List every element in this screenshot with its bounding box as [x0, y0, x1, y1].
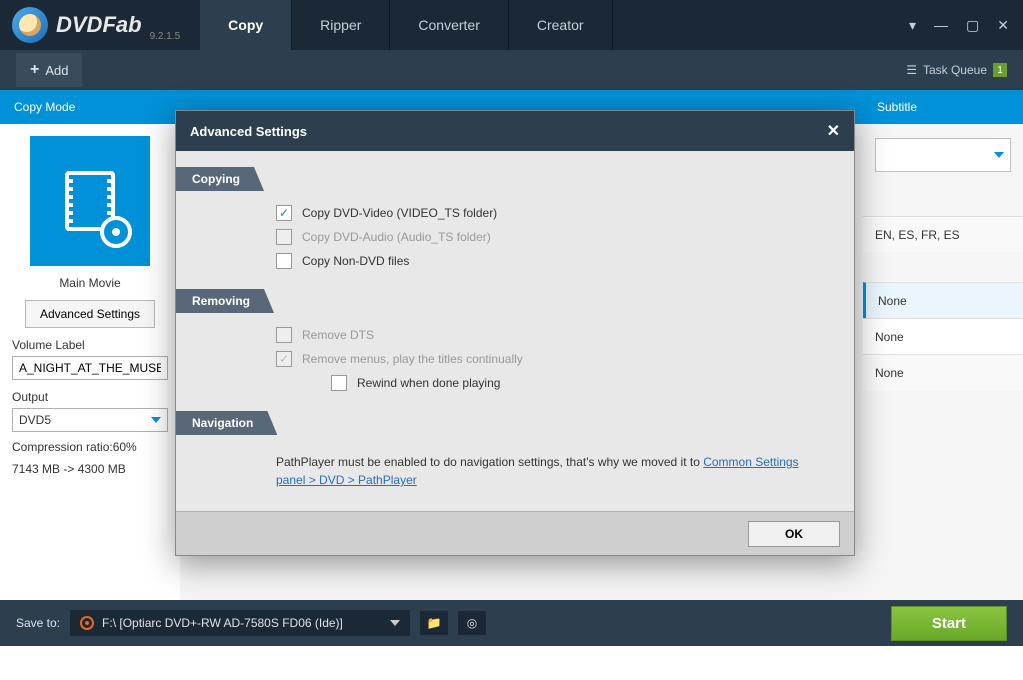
start-button[interactable]: Start [891, 606, 1007, 641]
save-target-select[interactable]: F:\ [Optiarc DVD+-RW AD-7580S FD06 (Ide)… [70, 610, 410, 636]
tab-converter[interactable]: Converter [390, 0, 508, 50]
subtitle-row[interactable]: EN, ES, FR, ES [863, 216, 1023, 252]
option-label: Copy Non-DVD files [302, 254, 409, 268]
subtitle-row[interactable]: None [863, 318, 1023, 354]
subtitle-dropdown[interactable] [875, 138, 1011, 172]
section-copying: Copying [176, 167, 264, 191]
save-target-text: F:\ [Optiarc DVD+-RW AD-7580S FD06 (Ide)… [102, 616, 343, 630]
checkbox-disabled-icon [276, 327, 292, 343]
option-copy-dvd-audio: Copy DVD-Audio (Audio_TS folder) [176, 225, 854, 249]
ok-button[interactable]: OK [748, 521, 840, 547]
option-copy-dvd-video[interactable]: ✓ Copy DVD-Video (VIDEO_TS folder) [176, 201, 854, 225]
option-label: Remove DTS [302, 328, 374, 342]
header-subtitle: Subtitle [863, 100, 1023, 114]
footer: Save to: F:\ [Optiarc DVD+-RW AD-7580S F… [0, 600, 1023, 646]
tab-creator[interactable]: Creator [509, 0, 613, 50]
task-queue-button[interactable]: ☰ Task Queue 1 [906, 63, 1007, 77]
disc-icon [100, 216, 132, 248]
minimize-icon[interactable]: — [934, 17, 948, 33]
app-version: 9.2.1.5 [150, 31, 181, 42]
dialog-footer: OK [176, 511, 854, 555]
output-caption: Output [12, 390, 48, 404]
advanced-settings-dialog: Advanced Settings ✕ Copying ✓ Copy DVD-V… [175, 110, 855, 556]
nav-text-pre: PathPlayer must be enabled to do navigat… [276, 455, 703, 469]
chevron-down-icon [994, 152, 1004, 158]
chevron-down-icon [151, 417, 161, 423]
dialog-body: Copying ✓ Copy DVD-Video (VIDEO_TS folde… [176, 151, 854, 511]
window-controls: ▾ — ▢ ✕ [909, 0, 1023, 50]
close-icon[interactable]: ✕ [997, 17, 1009, 34]
navigation-message: PathPlayer must be enabled to do navigat… [176, 445, 854, 497]
checkbox-icon[interactable] [276, 253, 292, 269]
app-name: DVDFab [56, 12, 142, 38]
tab-copy[interactable]: Copy [200, 0, 292, 50]
volume-label-input[interactable] [12, 356, 168, 380]
option-label: Remove menus, play the titles continuall… [302, 352, 523, 366]
volume-label-caption: Volume Label [12, 338, 85, 352]
checkbox-checked-icon[interactable]: ✓ [276, 205, 292, 221]
save-to-label: Save to: [16, 616, 60, 630]
mode-label: Main Movie [59, 276, 120, 290]
dialog-header: Advanced Settings ✕ [176, 111, 854, 151]
titlebar: DVDFab 9.2.1.5 Copy Ripper Converter Cre… [0, 0, 1023, 50]
tab-ripper[interactable]: Ripper [292, 0, 390, 50]
dropdown-menu-icon[interactable]: ▾ [909, 17, 916, 34]
advanced-settings-button[interactable]: Advanced Settings [25, 300, 155, 328]
checkbox-disabled-icon [276, 229, 292, 245]
main-movie-icon[interactable] [30, 136, 150, 266]
plus-icon: + [30, 61, 39, 79]
add-button[interactable]: + Add [16, 53, 82, 87]
task-queue-label: Task Queue [923, 63, 987, 77]
output-value: DVD5 [19, 413, 51, 427]
subtitle-row[interactable]: None [863, 282, 1023, 318]
iso-icon[interactable]: ◎ [458, 611, 486, 635]
output-select[interactable]: DVD5 [12, 408, 168, 432]
checkbox-checked-disabled-icon: ✓ [276, 351, 292, 367]
toolbar: + Add ☰ Task Queue 1 [0, 50, 1023, 90]
subtitle-row[interactable]: None [863, 354, 1023, 390]
section-navigation: Navigation [176, 411, 277, 435]
option-remove-dts: Remove DTS [176, 323, 854, 347]
logo-area: DVDFab 9.2.1.5 [0, 0, 192, 50]
size-text: 7143 MB -> 4300 MB [12, 462, 126, 476]
option-rewind[interactable]: Rewind when done playing [176, 371, 854, 395]
option-label: Rewind when done playing [357, 376, 500, 390]
chevron-down-icon [390, 620, 400, 626]
option-label: Copy DVD-Video (VIDEO_TS folder) [302, 206, 497, 220]
app-logo-icon [12, 7, 48, 43]
dialog-close-icon[interactable]: ✕ [827, 121, 840, 141]
disc-icon [80, 616, 94, 630]
maximize-icon[interactable]: ▢ [966, 17, 979, 34]
option-label: Copy DVD-Audio (Audio_TS folder) [302, 230, 491, 244]
subtitle-column: EN, ES, FR, ES None None None [863, 124, 1023, 390]
folder-icon[interactable]: 📁 [420, 611, 448, 635]
dialog-title: Advanced Settings [190, 124, 307, 139]
option-copy-non-dvd[interactable]: Copy Non-DVD files [176, 249, 854, 273]
queue-badge: 1 [993, 63, 1007, 77]
header-copy-mode: Copy Mode [0, 100, 180, 114]
left-panel: Main Movie Advanced Settings Volume Labe… [0, 124, 180, 600]
main-tabs: Copy Ripper Converter Creator [200, 0, 612, 50]
list-icon: ☰ [906, 63, 917, 77]
section-removing: Removing [176, 289, 274, 313]
compression-ratio-text: Compression ratio:60% [12, 440, 137, 454]
option-remove-menus: ✓ Remove menus, play the titles continua… [176, 347, 854, 371]
add-label: Add [45, 63, 68, 78]
checkbox-icon[interactable] [331, 375, 347, 391]
